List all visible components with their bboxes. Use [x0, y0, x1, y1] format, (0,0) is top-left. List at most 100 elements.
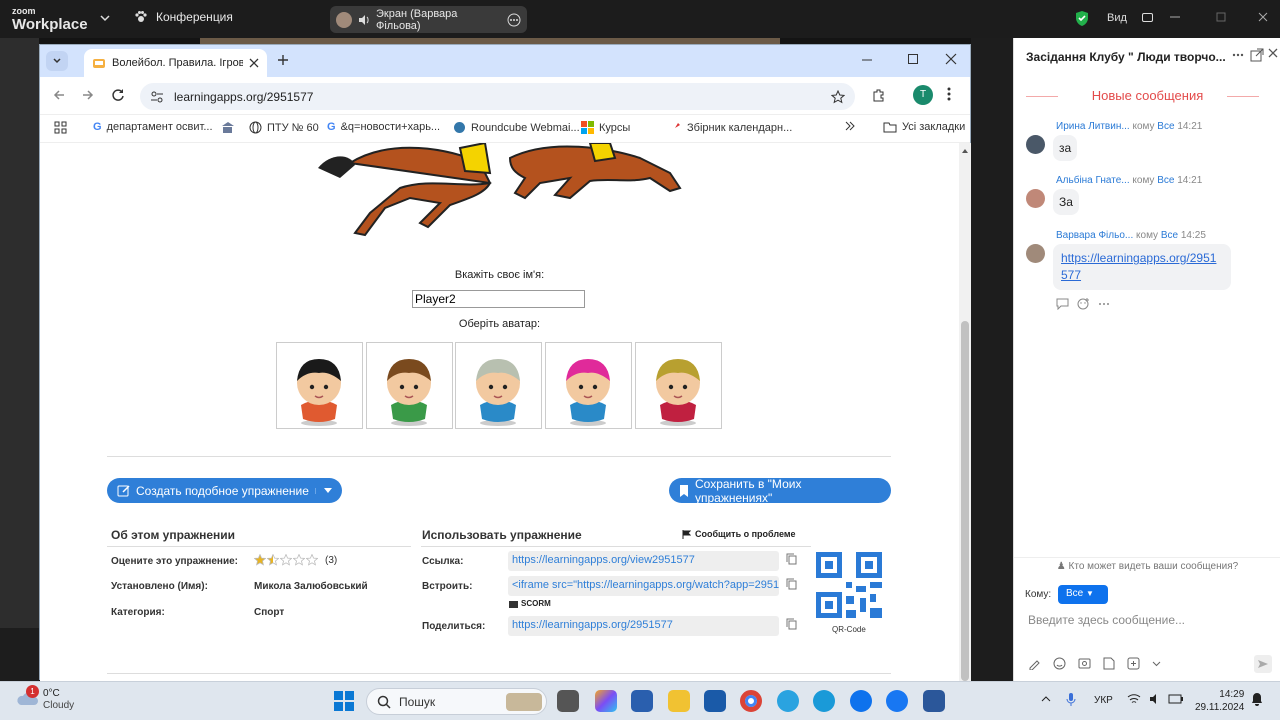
- app-icon[interactable]: [631, 690, 653, 712]
- browser-close-icon[interactable]: [945, 53, 957, 65]
- reply-icon[interactable]: [1056, 298, 1069, 310]
- format-icon[interactable]: [1028, 657, 1041, 670]
- avatar-option[interactable]: [545, 342, 632, 429]
- battery-icon[interactable]: [1168, 693, 1184, 705]
- avatar-option[interactable]: [366, 342, 453, 429]
- sender-name[interactable]: Ирина Литвин...: [1056, 121, 1130, 132]
- back-icon[interactable]: [52, 88, 66, 102]
- rating-star[interactable]: [254, 554, 266, 566]
- apps-grid-icon[interactable]: [54, 121, 67, 134]
- telegram-icon[interactable]: [777, 690, 799, 712]
- sender-name[interactable]: Альбіна Гнате...: [1056, 175, 1130, 186]
- more-composer-icon[interactable]: [1127, 657, 1140, 670]
- qr-code[interactable]: [816, 552, 882, 618]
- system-clock[interactable]: 14:29 29.11.2024: [1195, 688, 1244, 714]
- avatar-option[interactable]: [635, 342, 722, 429]
- scorm-link[interactable]: SCORM: [509, 599, 551, 608]
- meeting-menu[interactable]: Конференция: [134, 10, 233, 24]
- avatar-option[interactable]: [455, 342, 542, 429]
- windows-start-icon[interactable]: [334, 691, 354, 711]
- tab-close-icon[interactable]: [249, 58, 259, 68]
- more-actions-icon[interactable]: [1098, 302, 1110, 306]
- star-icon[interactable]: [831, 89, 845, 104]
- task-view-icon[interactable]: [557, 690, 579, 712]
- page-scrollbar[interactable]: [959, 143, 971, 681]
- browser-minimize-icon[interactable]: [861, 53, 873, 65]
- restore-icon[interactable]: [1215, 11, 1227, 23]
- site-info-icon[interactable]: [150, 90, 164, 104]
- more-options-icon[interactable]: [1231, 48, 1245, 62]
- copilot-icon[interactable]: [595, 690, 617, 712]
- screenshot-icon[interactable]: [1078, 657, 1091, 670]
- chat-link[interactable]: https://learningapps.org/2951577: [1061, 250, 1223, 284]
- volume-icon[interactable]: [1149, 693, 1163, 705]
- address-bar[interactable]: learningapps.org/2951577: [140, 83, 855, 110]
- rating-star[interactable]: [267, 554, 279, 566]
- copy-icon[interactable]: [786, 553, 797, 565]
- bookmark-item[interactable]: [221, 121, 239, 134]
- all-bookmarks[interactable]: Усі закладки: [883, 121, 965, 133]
- avatar-option[interactable]: [276, 342, 363, 429]
- store-icon[interactable]: [704, 690, 726, 712]
- minimize-icon[interactable]: [1169, 11, 1181, 23]
- chrome-icon[interactable]: [740, 690, 762, 712]
- word-icon[interactable]: [923, 690, 945, 712]
- zoom-icon[interactable]: [850, 690, 872, 712]
- who-can-see[interactable]: ♟ Кто может видеть ваши сообщения?: [1014, 557, 1280, 572]
- recipient-dropdown[interactable]: Все ▼: [1058, 585, 1108, 604]
- bookmark-item[interactable]: Курсы: [581, 121, 630, 134]
- chevron-down-icon[interactable]: [98, 11, 112, 25]
- browser-maximize-icon[interactable]: [907, 53, 919, 65]
- report-problem-link[interactable]: Сообщить о проблеме: [682, 529, 796, 539]
- profile-avatar[interactable]: T: [913, 85, 933, 105]
- edge-icon[interactable]: [813, 690, 835, 712]
- file-explorer-icon[interactable]: [668, 690, 690, 712]
- new-tab-icon[interactable]: [276, 53, 290, 67]
- chevron-up-icon[interactable]: [1041, 695, 1051, 703]
- forward-icon[interactable]: [81, 88, 95, 102]
- microphone-icon[interactable]: [1066, 692, 1076, 708]
- bookmark-item[interactable]: G &q=новости+харь...: [327, 121, 440, 133]
- rating-star[interactable]: [306, 554, 318, 566]
- share-field[interactable]: https://learningapps.org/2951577: [508, 616, 779, 636]
- notification-bell-icon[interactable]: [1251, 692, 1263, 706]
- file-icon[interactable]: [1103, 657, 1115, 670]
- embed-field[interactable]: <iframe src="https://learningapps.org/wa…: [508, 576, 779, 596]
- language-indicator[interactable]: УКР: [1094, 695, 1113, 706]
- more-bookmarks-icon[interactable]: [845, 121, 855, 131]
- copy-icon[interactable]: [786, 618, 797, 630]
- bookmark-item[interactable]: Gдепартамент освит...: [93, 121, 213, 133]
- close-icon[interactable]: [1257, 11, 1269, 23]
- facebook-icon[interactable]: [886, 690, 908, 712]
- copy-icon[interactable]: [786, 578, 797, 590]
- pop-out-icon[interactable]: [1250, 48, 1264, 62]
- weather-widget[interactable]: 0°C Cloudy: [43, 688, 74, 712]
- create-similar-button[interactable]: Создать подобное упражнение: [107, 478, 342, 503]
- link-field[interactable]: https://learningapps.org/view2951577: [508, 551, 779, 571]
- bookmark-item[interactable]: ПТУ № 60: [249, 121, 319, 134]
- more-icon[interactable]: [507, 13, 521, 27]
- sender-name[interactable]: Варвара Фільо...: [1056, 230, 1133, 241]
- kebab-menu-icon[interactable]: [947, 87, 951, 101]
- bookmark-item[interactable]: Збірник календарн...: [669, 121, 792, 134]
- save-to-my-exercises-button[interactable]: Сохранить в "Моих упражнениях": [669, 477, 891, 505]
- extensions-icon[interactable]: [871, 87, 887, 103]
- message-input[interactable]: Введите здесь сообщение...: [1028, 613, 1185, 627]
- reload-icon[interactable]: [111, 88, 125, 102]
- screen-share-pill[interactable]: Экран (Варвара Фільова): [330, 6, 527, 33]
- rating-star[interactable]: [280, 554, 292, 566]
- taskbar-search[interactable]: Пошук: [366, 688, 547, 715]
- send-button[interactable]: [1254, 655, 1272, 673]
- bookmark-item[interactable]: Roundcube Webmai...: [453, 121, 580, 134]
- player-name-input[interactable]: [412, 290, 585, 308]
- close-chat-icon[interactable]: [1268, 48, 1278, 58]
- chevron-down-icon[interactable]: [1152, 661, 1161, 667]
- emoji-icon[interactable]: [1053, 657, 1066, 670]
- emoji-reaction-icon[interactable]: [1077, 297, 1090, 310]
- rating-star[interactable]: [293, 554, 305, 566]
- tab-search-button[interactable]: [46, 51, 68, 71]
- dropdown-caret-icon[interactable]: [315, 487, 332, 494]
- view-menu[interactable]: Вид: [1107, 12, 1153, 24]
- scrollbar-thumb[interactable]: [961, 321, 969, 681]
- shield-icon[interactable]: [1074, 10, 1090, 27]
